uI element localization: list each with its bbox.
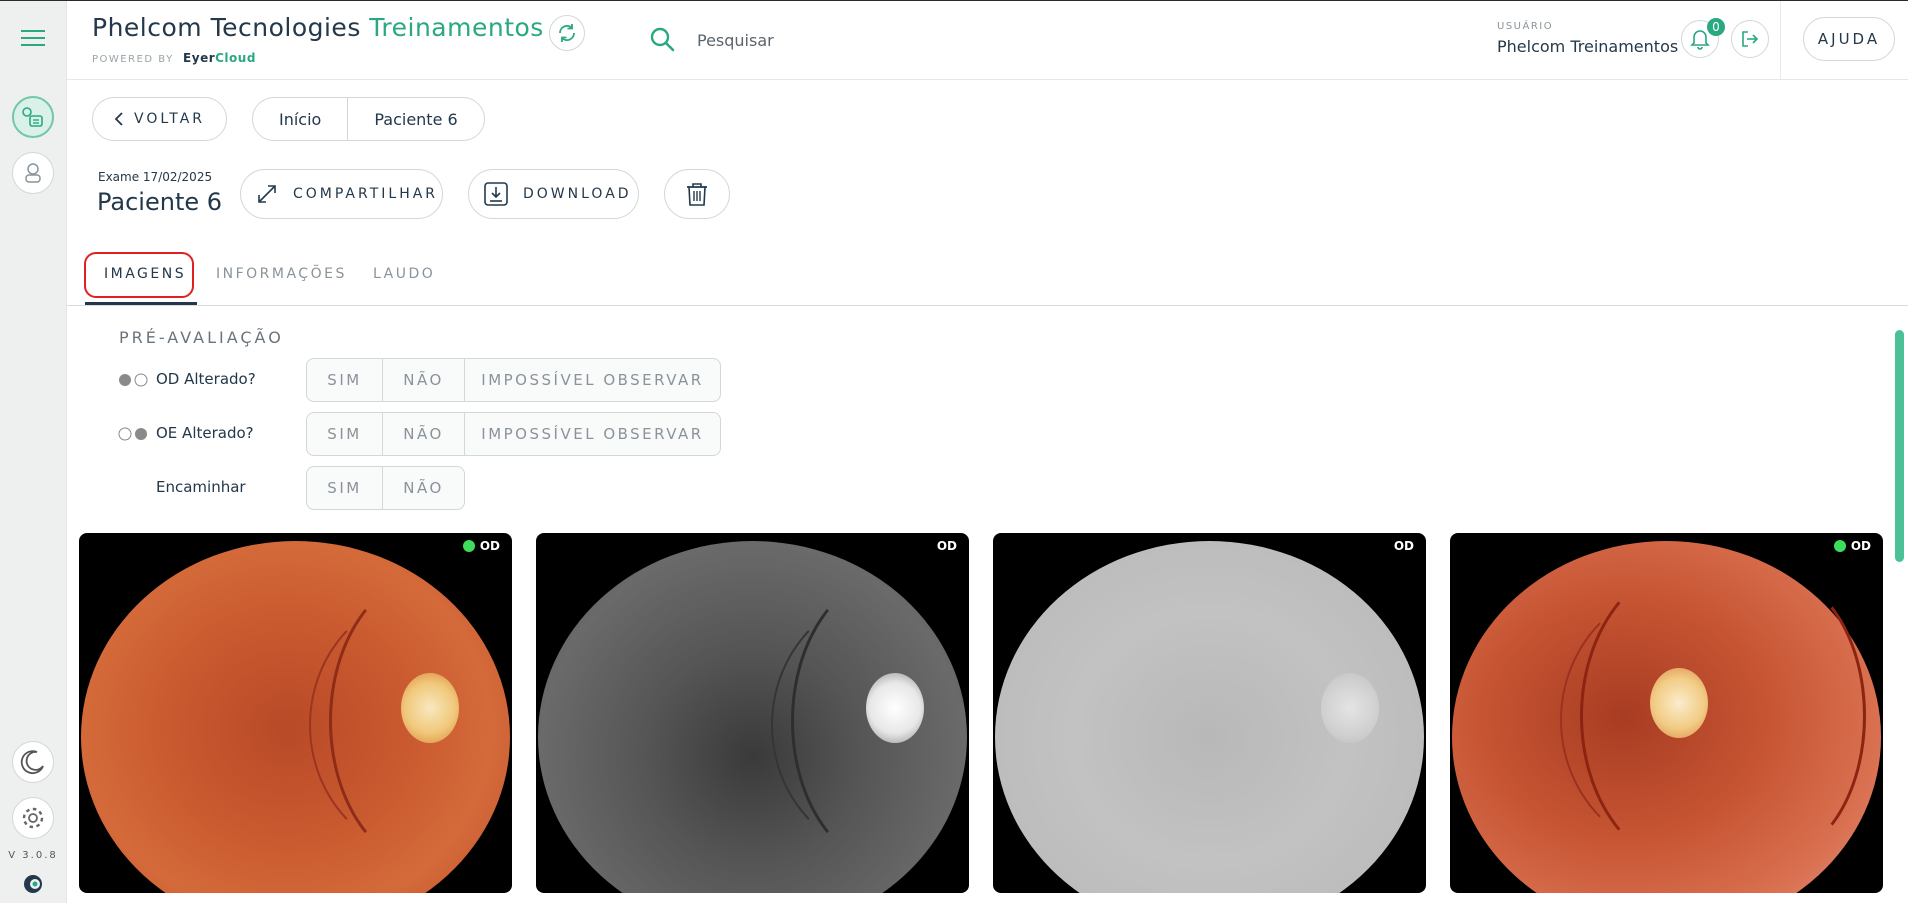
highlight-annotation	[84, 252, 194, 298]
vessel	[1680, 573, 1866, 859]
eye-tag: OD	[1394, 539, 1414, 553]
refresh-button[interactable]	[549, 15, 585, 51]
brand-main: Phelcom Tecnologies	[92, 13, 361, 42]
top-header: Phelcom Tecnologies Treinamentos POWERED…	[67, 1, 1908, 80]
exam-date: Exame 17/02/2025	[98, 170, 213, 184]
breadcrumb-patient[interactable]: Paciente 6	[347, 98, 483, 140]
gear-icon[interactable]	[12, 797, 54, 839]
help-button[interactable]: AJUDA	[1803, 17, 1895, 61]
sidebar: V 3.0.8	[0, 1, 67, 903]
referral-label: Encaminhar	[156, 478, 246, 496]
oe-options: SIM NÃO IMPOSSÍVEL OBSERVAR	[306, 412, 721, 456]
oe-impossible-option[interactable]: IMPOSSÍVEL OBSERVAR	[464, 413, 720, 455]
patient-name: Paciente 6	[97, 188, 223, 216]
tab-report[interactable]: LAUDO	[373, 266, 435, 282]
bell-icon	[1690, 30, 1710, 50]
referral-sim-option[interactable]: SIM	[307, 467, 382, 509]
tab-information[interactable]: INFORMAÇÕES	[216, 266, 347, 282]
od-toggle[interactable]	[118, 373, 148, 387]
powered-brand-b: Cloud	[215, 51, 256, 65]
eye-tag: OD	[937, 539, 957, 553]
chevron-left-icon	[114, 112, 123, 126]
share-label: COMPARTILHAR	[293, 186, 439, 202]
back-label: VOLTAR	[134, 111, 205, 127]
pre-evaluation-title: PRÉ-AVALIAÇÃO	[119, 328, 284, 347]
logout-icon	[1742, 31, 1759, 47]
optic-disc	[1321, 673, 1379, 743]
eye-label: OD	[479, 539, 500, 553]
referral-options: SIM NÃO	[306, 466, 465, 510]
menu-icon[interactable]	[12, 17, 54, 59]
delete-button[interactable]	[664, 169, 730, 219]
brand-accent: Treinamentos	[369, 13, 544, 42]
od-label: OD Alterado?	[156, 370, 256, 388]
header-divider	[1780, 1, 1781, 79]
od-nao-option[interactable]: NÃO	[382, 359, 464, 401]
eye-tag: OD	[1833, 539, 1871, 553]
share-icon	[258, 185, 276, 203]
fundus-image-2[interactable]: OD	[536, 533, 969, 893]
eye-label: OD	[1850, 539, 1871, 553]
selected-dot	[462, 540, 475, 552]
logo-icon	[24, 875, 42, 893]
od-options: SIM NÃO IMPOSSÍVEL OBSERVAR	[306, 358, 721, 402]
search-icon[interactable]	[649, 26, 675, 52]
trash-icon	[687, 183, 707, 206]
tab-bar: IMAGENS INFORMAÇÕES LAUDO	[67, 250, 1908, 306]
powered-brand-a: Eyer	[183, 51, 216, 65]
active-tab-indicator	[85, 302, 197, 305]
od-sim-option[interactable]: SIM	[307, 359, 382, 401]
breadcrumb-home[interactable]: Início	[253, 98, 347, 140]
oe-nao-option[interactable]: NÃO	[382, 413, 464, 455]
notification-count: 0	[1707, 18, 1725, 36]
referral-nao-option[interactable]: NÃO	[382, 467, 464, 509]
user-label: USUÁRIO	[1497, 21, 1554, 32]
fundus-image-3[interactable]: OD	[993, 533, 1426, 893]
oe-label: OE Alterado?	[156, 424, 254, 442]
powered-by: POWERED BY EyerCloud	[92, 51, 256, 65]
share-button[interactable]: COMPARTILHAR	[240, 169, 443, 219]
oe-sim-option[interactable]: SIM	[307, 413, 382, 455]
brand-title: Phelcom Tecnologies Treinamentos	[92, 13, 544, 42]
powered-by-label: POWERED BY	[92, 54, 174, 65]
user-icon[interactable]	[12, 152, 54, 194]
back-button[interactable]: VOLTAR	[92, 97, 227, 141]
eye-label: OD	[1393, 539, 1414, 553]
search-input[interactable]	[695, 25, 999, 55]
fundus-image-1[interactable]: OD	[79, 533, 512, 893]
download-button[interactable]: DOWNLOAD	[468, 169, 639, 219]
breadcrumb: Início Paciente 6	[252, 97, 485, 141]
version-label: V 3.0.8	[8, 850, 58, 861]
eye-label: OD	[936, 539, 957, 553]
scrollbar-thumb[interactable]	[1895, 330, 1904, 562]
selected-dot	[1833, 540, 1846, 552]
od-impossible-option[interactable]: IMPOSSÍVEL OBSERVAR	[464, 359, 720, 401]
oe-toggle[interactable]	[118, 427, 148, 441]
eye-tag: OD	[462, 539, 500, 553]
moon-icon[interactable]	[12, 741, 54, 783]
user-name: Phelcom Treinamentos	[1497, 37, 1679, 56]
refresh-icon	[559, 24, 575, 42]
exams-icon[interactable]	[12, 96, 54, 138]
download-icon	[484, 182, 508, 206]
fundus-image-4[interactable]: OD	[1450, 533, 1883, 893]
download-label: DOWNLOAD	[523, 186, 632, 202]
logout-button[interactable]	[1731, 20, 1769, 58]
